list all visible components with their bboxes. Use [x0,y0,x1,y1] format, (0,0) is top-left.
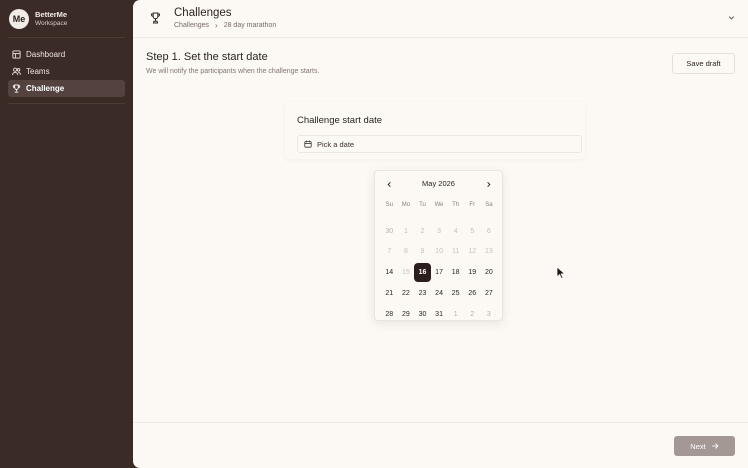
card-title: Challenge start date [297,115,383,126]
arrow-right-icon [711,443,719,449]
calendar-day[interactable]: 22 [398,283,415,304]
weekday-label: Th [452,202,460,208]
calendar-day[interactable]: 6 [481,221,498,242]
sidebar-divider-top [8,37,125,38]
users-icon [12,67,21,76]
calendar-grid: Su Mo Tu We Th Fr Sa 30 1 2 3 4 5 6 7 8 9 10 11 12 13 14 15 16 1… [381,200,497,325]
page-title: Challenges [174,7,232,19]
breadcrumb: Challenges › 28 day marathon [174,21,276,30]
workspace-label: Workspace [35,20,68,27]
calendar-day[interactable]: 1 [398,221,415,242]
trophy-icon [12,84,21,93]
calendar-day[interactable]: 24 [431,283,448,304]
calendar-day[interactable]: 31 [431,304,448,325]
sidebar-nav: Dashboard Teams Challenge [8,46,125,97]
calendar-day[interactable]: 25 [447,283,464,304]
brand-name: BetterMe [35,10,68,19]
date-placeholder: Pick a date [317,139,355,149]
sidebar-item-teams[interactable]: Teams [8,63,125,80]
calendar-day[interactable]: 9 [414,242,431,263]
trophy-icon [150,12,161,24]
calendar-popover: May 2026 Su Mo Tu We Th Fr Sa 30 1 2 3 4 5 6 7 8 9 10 11 12… [374,170,503,321]
dashboard-icon [12,50,21,59]
sidebar-item-challenge[interactable]: Challenge [8,80,125,97]
chevron-right-icon [486,181,490,187]
weekday-label: Sa [485,202,493,208]
calendar-day[interactable]: 3 [431,221,448,242]
weekday-label: Su [385,202,393,208]
breadcrumb-item-challenges[interactable]: Challenges [174,22,209,29]
start-date-card: Challenge start date Pick a date [285,102,585,159]
calendar-day[interactable]: 30 [381,221,398,242]
calendar-day[interactable]: 8 [398,242,415,263]
calendar-day[interactable]: 7 [381,242,398,263]
calendar-day[interactable]: 20 [481,262,498,283]
weekday-label: Fr [469,202,476,208]
calendar-day[interactable]: 5 [464,221,481,242]
main-panel: Challenges Challenges › 28 day marathon … [133,0,748,468]
sidebar-divider-bottom [8,103,125,104]
calendar-day[interactable]: 11 [447,242,464,263]
breadcrumb-item-current: 28 day marathon [223,22,277,29]
calendar-day[interactable]: 12 [464,242,481,263]
page-header: Challenges Challenges › 28 day marathon [133,0,748,38]
calendar-day[interactable]: 13 [481,242,498,263]
mouse-cursor-icon [556,266,566,280]
calendar-header: May 2026 [375,178,502,190]
calendar-icon [304,140,312,148]
calendar-day-selected[interactable]: 16 [415,264,430,282]
sidebar: Me BetterMe Workspace Dashboard Teams Ch… [0,0,133,468]
sidebar-item-label: Teams [26,67,50,76]
calendar-day[interactable]: 1 [447,304,464,325]
calendar-day[interactable]: 3 [481,304,498,325]
chevron-left-icon [387,181,391,187]
sidebar-item-label: Challenge [26,84,65,93]
brand-logo: Me [9,9,29,29]
weekday-label: Tu [419,202,426,208]
calendar-day[interactable]: 21 [381,283,398,304]
next-button[interactable]: Next [674,436,735,456]
weekday-label: Mo [401,202,411,208]
calendar-day[interactable]: 26 [464,283,481,304]
step-description: We will notify the participants when the… [146,68,320,75]
calendar-day[interactable]: 14 [381,262,398,283]
calendar-day[interactable]: 17 [431,262,448,283]
calendar-day[interactable]: 10 [431,242,448,263]
calendar-day[interactable]: 29 [398,304,415,325]
chevron-right-icon: › [215,21,218,30]
next-button-label: Next [690,441,706,451]
calendar-day[interactable]: 19 [464,262,481,283]
date-picker-input[interactable]: Pick a date [297,135,582,153]
calendar-day[interactable]: 27 [481,283,498,304]
calendar-day[interactable]: 4 [447,221,464,242]
workspace-switcher[interactable]: Me BetterMe Workspace [9,9,67,29]
next-month-button[interactable] [482,178,494,190]
calendar-day[interactable]: 2 [414,221,431,242]
previous-month-button[interactable] [383,178,395,190]
sidebar-item-dashboard[interactable]: Dashboard [8,46,125,63]
brand-text: BetterMe Workspace [35,10,67,28]
page-footer: Next [133,422,748,468]
calendar-day[interactable]: 23 [414,283,431,304]
calendar-day[interactable]: 15 [398,262,415,283]
save-draft-button[interactable]: Save draft [672,53,735,74]
chevron-down-icon[interactable] [727,13,736,22]
calendar-day[interactable]: 28 [381,304,398,325]
step-title: Step 1. Set the start date [146,51,268,63]
calendar-day[interactable]: 18 [447,262,464,283]
sidebar-item-label: Dashboard [26,50,66,59]
calendar-day[interactable]: 30 [414,304,431,325]
weekday-label: We [434,202,444,208]
calendar-day[interactable]: 2 [464,304,481,325]
